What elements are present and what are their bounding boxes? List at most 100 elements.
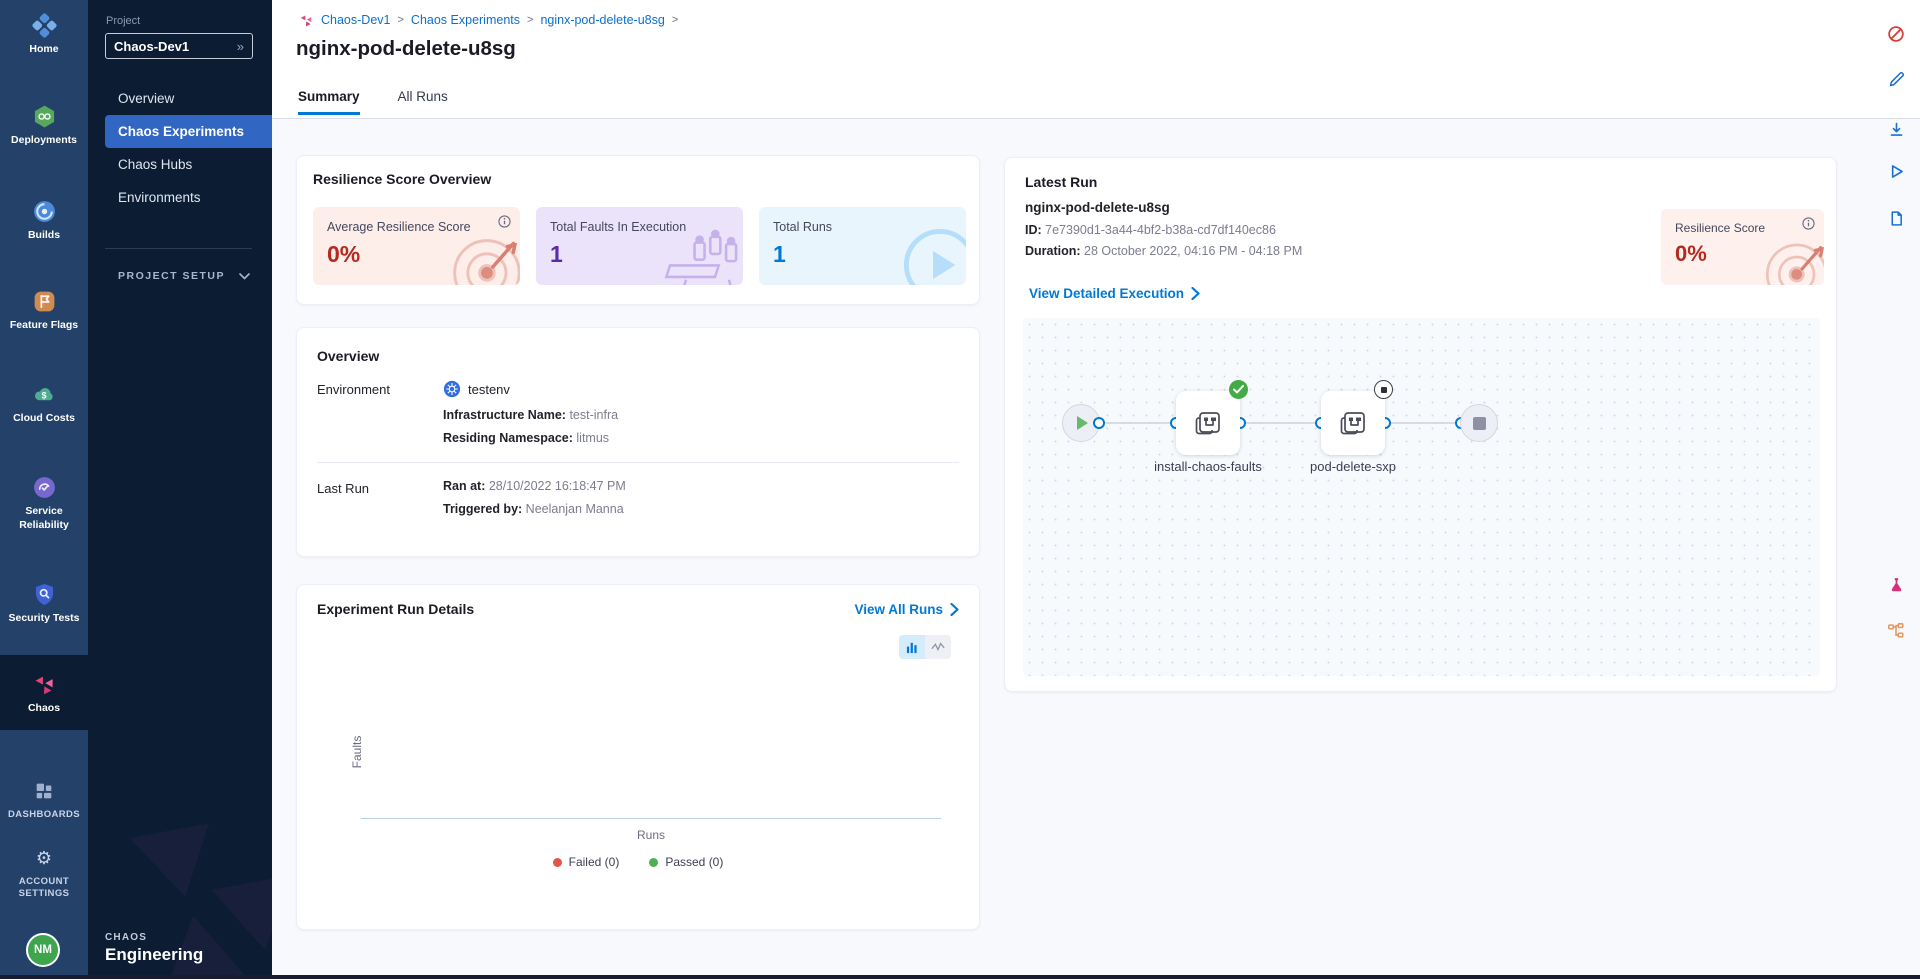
- overview-card: Overview Environment testenv Infrastruct…: [296, 327, 980, 557]
- latest-run-name: nginx-pod-delete-u8sg: [1025, 200, 1170, 215]
- project-selector[interactable]: Chaos-Dev1 »: [105, 33, 253, 59]
- pencil-icon: [1888, 71, 1905, 88]
- project-setup-toggle[interactable]: PROJECT SETUP: [118, 270, 250, 282]
- namespace-value: litmus: [576, 431, 609, 445]
- chaos-icon: [31, 671, 57, 697]
- pipeline-node-pod-delete-sxp[interactable]: [1321, 391, 1385, 455]
- stat-value: 1: [550, 241, 729, 268]
- legend-failed-label: Failed (0): [569, 855, 620, 869]
- fault-step-icon: [1191, 406, 1225, 440]
- rail-item-service-reliability[interactable]: Service Reliability: [0, 474, 88, 532]
- project-label: Project: [106, 15, 140, 27]
- rail-item-home[interactable]: Home: [0, 12, 88, 57]
- rail-item-feature-flags[interactable]: Feature Flags: [0, 288, 88, 333]
- project-selector-value: Chaos-Dev1: [114, 39, 189, 54]
- section-title: Resilience Score Overview: [313, 171, 491, 187]
- ran-at-label: Ran at:: [443, 479, 485, 493]
- home-icon: [31, 12, 57, 38]
- breadcrumb: Chaos-Dev1 > Chaos Experiments > nginx-p…: [298, 12, 678, 28]
- info-icon[interactable]: [1802, 217, 1815, 235]
- flask-icon: [1888, 576, 1905, 593]
- run-details-card: Experiment Run Details View All Runs Fau…: [296, 584, 980, 930]
- id-value: 7e7390d1-3a44-4bf2-b38a-cd7df140ec86: [1045, 223, 1276, 237]
- sidebar-item-chaos-experiments[interactable]: Chaos Experiments: [105, 115, 272, 148]
- rail-item-security-tests[interactable]: Security Tests: [0, 581, 88, 626]
- breadcrumb-project[interactable]: Chaos-Dev1: [321, 13, 390, 27]
- run-experiment-button[interactable]: [1886, 161, 1906, 181]
- rail-item-chaos[interactable]: Chaos: [0, 655, 88, 730]
- page-title: nginx-pod-delete-u8sg: [296, 37, 516, 61]
- divider: [105, 248, 252, 249]
- start-play-icon: [1077, 416, 1088, 430]
- view-detailed-execution-label: View Detailed Execution: [1029, 286, 1184, 301]
- svg-text:$: $: [41, 390, 46, 400]
- edit-experiment-button[interactable]: [1886, 69, 1906, 89]
- view-detailed-execution-link[interactable]: View Detailed Execution: [1029, 286, 1200, 301]
- sidebar-item-environments[interactable]: Environments: [105, 181, 272, 214]
- breadcrumb-experiments[interactable]: Chaos Experiments: [411, 13, 520, 27]
- pipeline-node-install-chaos-faults[interactable]: [1176, 391, 1240, 455]
- tab-summary[interactable]: Summary: [298, 89, 360, 115]
- bar-chart-icon: [906, 641, 919, 654]
- rail-label: Feature Flags: [6, 319, 82, 333]
- security-tests-icon: [31, 581, 57, 607]
- line-chart-toggle-button[interactable]: [925, 635, 951, 659]
- sidebar-item-chaos-hubs[interactable]: Chaos Hubs: [105, 148, 272, 181]
- tab-all-runs[interactable]: All Runs: [398, 89, 448, 115]
- chart-type-toggle: [899, 635, 951, 659]
- rail-item-cloud-costs[interactable]: $ Cloud Costs: [0, 381, 88, 426]
- infra-name-label: Infrastructure Name:: [443, 408, 566, 422]
- cloud-costs-icon: $: [31, 381, 57, 407]
- passed-dot-icon: [649, 858, 658, 867]
- chevron-right-icon: [950, 603, 959, 616]
- pipeline-connector: [1385, 422, 1461, 424]
- latest-run-duration-line: Duration: 28 October 2022, 04:16 PM - 04…: [1025, 244, 1302, 258]
- tab-bar: Summary All Runs: [298, 89, 448, 115]
- rail-item-builds[interactable]: Builds: [0, 198, 88, 243]
- stat-total-runs: Total Runs 1: [759, 207, 966, 285]
- legend-failed: Failed (0): [553, 855, 620, 869]
- play-icon: [1888, 163, 1905, 180]
- rail-label: DASHBOARDS: [4, 809, 84, 821]
- dashboards-icon: [31, 778, 57, 804]
- download-manifest-button[interactable]: [1886, 119, 1906, 139]
- brand-chaos: CHAOS: [105, 932, 203, 943]
- service-reliability-icon: [31, 474, 57, 500]
- pipeline-connector: [1240, 422, 1321, 424]
- brand-block: CHAOS Engineering: [105, 932, 203, 965]
- rail-item-dashboards[interactable]: DASHBOARDS: [0, 778, 88, 821]
- rail-label: Service Reliability: [0, 505, 88, 532]
- breadcrumb-experiment-name[interactable]: nginx-pod-delete-u8sg: [540, 13, 664, 27]
- experiments-panel-button[interactable]: [1886, 574, 1906, 594]
- pipeline-panel-button[interactable]: [1886, 621, 1906, 641]
- user-avatar[interactable]: NM: [26, 933, 60, 967]
- last-run-row: Last Run Ran at: 28/10/2022 16:18:47 PM …: [317, 479, 959, 525]
- feature-flags-icon: [31, 288, 57, 314]
- gear-icon: ⚙: [31, 845, 57, 871]
- info-icon[interactable]: [498, 215, 511, 233]
- rail-item-account-settings[interactable]: ⚙ ACCOUNT SETTINGS: [0, 845, 88, 901]
- duration-value: 28 October 2022, 04:16 PM - 04:18 PM: [1084, 244, 1302, 258]
- view-all-runs-link[interactable]: View All Runs: [854, 602, 959, 617]
- stop-experiment-button[interactable]: [1886, 24, 1906, 44]
- duration-label: Duration:: [1025, 244, 1081, 258]
- collapse-icon: »: [237, 39, 244, 54]
- namespace-label: Residing Namespace:: [443, 431, 573, 445]
- rail-item-deployments[interactable]: Deployments: [0, 103, 88, 148]
- chart-legend: Failed (0) Passed (0): [297, 855, 979, 869]
- chevron-right-icon: [1191, 287, 1200, 300]
- sidebar-item-overview[interactable]: Overview: [105, 82, 272, 115]
- stat-value: 0%: [327, 241, 506, 268]
- breadcrumb-separator: >: [397, 14, 403, 26]
- project-nav-list: Overview Chaos Experiments Chaos Hubs En…: [88, 82, 272, 214]
- section-title: Overview: [317, 348, 379, 364]
- view-manifest-button[interactable]: [1886, 208, 1906, 228]
- bar-chart-toggle-button[interactable]: [899, 635, 925, 659]
- score-value: 0%: [1675, 241, 1810, 267]
- section-title: Latest Run: [1025, 174, 1097, 190]
- pipeline-canvas[interactable]: install-chaos-faults pod-delete-sxp: [1023, 318, 1820, 676]
- view-all-runs-label: View All Runs: [854, 602, 943, 617]
- rail-label: Deployments: [7, 134, 81, 148]
- stopped-badge-icon: [1374, 380, 1393, 399]
- failed-dot-icon: [553, 858, 562, 867]
